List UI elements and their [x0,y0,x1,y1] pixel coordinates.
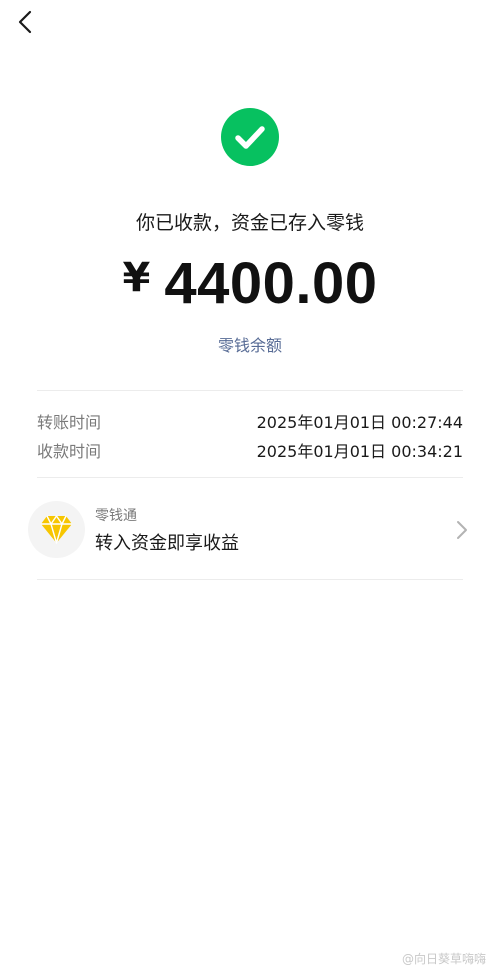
success-check-icon [220,107,280,167]
balance-link[interactable]: 零钱余额 [0,332,500,356]
back-button[interactable] [10,6,42,38]
status-message: 你已收款，资金已存入零钱 [135,212,364,234]
currency-symbol: ¥ [122,255,151,301]
chevron-left-icon [18,10,32,34]
check-circle-icon [221,108,279,166]
received-time-value: 2025年01月01日 00:34:21 [256,442,463,461]
payment-received-page: 你已收款，资金已存入零钱 ¥4400.00 零钱余额 转账时间 2025年01月… [0,0,500,975]
promo-subtitle: 零钱通 [95,508,137,524]
received-time-row: 收款时间 2025年01月01日 00:34:21 [37,438,463,462]
divider [37,390,463,391]
lingqiantong-promo-row[interactable]: 零钱通 转入资金即享收益 [28,497,473,563]
diamond-icon [41,515,72,544]
divider [37,579,463,580]
received-time-label: 收款时间 [37,442,102,461]
transfer-time-row: 转账时间 2025年01月01日 00:27:44 [37,409,463,433]
promo-icon-container [28,501,85,558]
transfer-time-value: 2025年01月01日 00:27:44 [256,413,463,432]
divider [37,477,463,478]
promo-title: 转入资金即享收益 [95,533,239,554]
transfer-time-label: 转账时间 [37,413,102,432]
watermark: @向日葵草嗨嗨 [401,952,486,966]
chevron-right-icon [455,519,469,541]
amount-value: 4400.00 [164,251,378,316]
amount-display: ¥4400.00 [0,250,500,317]
